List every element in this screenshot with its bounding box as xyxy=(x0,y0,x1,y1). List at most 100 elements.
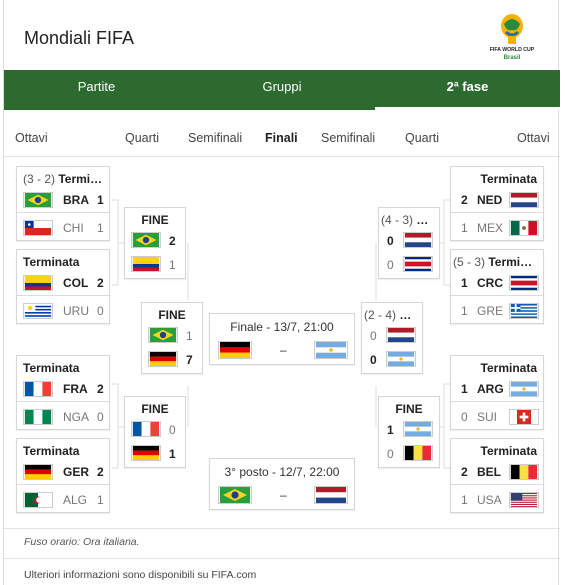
divider xyxy=(4,558,560,559)
status-label: Terminata xyxy=(488,255,537,269)
penalty-score: (5 - 3) xyxy=(453,255,489,269)
team-score: 0 xyxy=(169,423,176,437)
match-qf-l1[interactable]: FINE 2 1 xyxy=(124,207,186,279)
netherlands-flag-icon xyxy=(386,327,416,343)
team-code: BRA xyxy=(63,193,89,207)
match-final[interactable]: Finale - 13/7, 21:00 – xyxy=(209,313,355,365)
match-sf-l[interactable]: FINE 1 7 xyxy=(141,302,203,374)
penalty-score: (4 - 3) xyxy=(381,213,417,227)
match-status: FINE xyxy=(395,402,423,416)
team-score: 1 xyxy=(461,382,468,396)
argentina-flag-icon xyxy=(509,381,539,397)
row-divider xyxy=(17,212,109,213)
team-score: 1 xyxy=(97,493,104,507)
match-status: FINE xyxy=(158,308,186,322)
germany-flag-icon xyxy=(23,464,53,480)
costa-rica-flag-icon xyxy=(509,275,539,291)
team-code: USA xyxy=(477,493,502,507)
match-third[interactable]: 3° posto - 12/7, 22:00 – xyxy=(209,458,355,510)
team-score: 0 xyxy=(387,234,394,248)
team-score: 1 xyxy=(461,276,468,290)
team-code: NGA xyxy=(63,410,90,424)
brazil-flag-icon xyxy=(23,192,53,208)
round-semifinali-left[interactable]: Semifinali xyxy=(188,131,242,145)
match-r16-l2[interactable]: Terminata COL 2 URU 0 xyxy=(16,249,110,324)
team-code: BEL xyxy=(477,465,501,479)
card-header: Mondiali FIFA FIFA WORLD CUP Brasil xyxy=(4,0,560,70)
team-score: 0 xyxy=(387,447,394,461)
team-score: 0 xyxy=(461,410,468,424)
card-title: Mondiali FIFA xyxy=(24,28,135,48)
team-score: 2 xyxy=(97,382,104,396)
tab-seconda-fase[interactable]: 2ª fase xyxy=(375,70,560,110)
row-divider xyxy=(451,212,543,213)
team-score: 0 xyxy=(97,304,104,318)
usa-flag-icon xyxy=(509,492,539,508)
round-semifinali-right[interactable]: Semifinali xyxy=(321,131,375,145)
france-flag-icon xyxy=(23,381,53,397)
match-status: Terminata xyxy=(480,444,537,458)
status-label: Terminata xyxy=(58,172,107,186)
mexico-flag-icon xyxy=(509,220,539,236)
round-quarti-right[interactable]: Quarti xyxy=(405,131,439,145)
round-ottavi-left[interactable]: Ottavi xyxy=(15,131,48,145)
team-score: 1 xyxy=(461,493,468,507)
match-status: Terminata xyxy=(480,361,537,375)
match-status: Terminata xyxy=(480,172,537,186)
team-score: 1 xyxy=(97,221,104,235)
match-status: Terminata xyxy=(23,255,80,269)
brazil-flag-icon xyxy=(131,232,161,248)
team-score: 7 xyxy=(186,353,193,367)
argentina-flag-icon xyxy=(314,341,348,359)
versus-separator: – xyxy=(280,343,287,357)
match-qf-r1[interactable]: (4 - 3) FINE 0 0 xyxy=(378,207,440,279)
match-status: FINE xyxy=(141,213,169,227)
row-divider xyxy=(17,401,109,402)
tab-partite[interactable]: Partite xyxy=(4,70,189,110)
colombia-flag-icon xyxy=(23,275,53,291)
algeria-flag-icon xyxy=(23,492,53,508)
team-score: 1 xyxy=(387,423,394,437)
team-score: 2 xyxy=(97,276,104,290)
match-status: Finale - 13/7, 21:00 xyxy=(230,320,334,334)
round-finali[interactable]: Finali xyxy=(265,131,298,145)
match-r16-r4[interactable]: Terminata BEL 2 USA 1 xyxy=(450,438,544,513)
team-code: FRA xyxy=(63,382,88,396)
team-code: GRE xyxy=(477,304,504,318)
svg-text:Brasil: Brasil xyxy=(504,55,521,61)
germany-flag-icon xyxy=(131,445,161,461)
match-sf-r[interactable]: (2 - 4) FINE 0 0 xyxy=(361,302,423,374)
team-score: 2 xyxy=(461,465,468,479)
argentina-flag-icon xyxy=(386,351,416,367)
tab-gruppi[interactable]: Gruppi xyxy=(189,70,375,110)
team-score: 1 xyxy=(169,447,176,461)
belgium-flag-icon xyxy=(403,445,433,461)
france-flag-icon xyxy=(131,421,161,437)
match-qf-l2[interactable]: FINE 0 1 xyxy=(124,396,186,468)
brazil-flag-icon xyxy=(148,327,178,343)
match-status: (5 - 3) Terminata xyxy=(453,255,537,269)
fifa-world-cup-logo: FIFA WORLD CUP Brasil xyxy=(490,14,535,61)
fifa-link[interactable]: Ulteriori informazioni sono disponibili … xyxy=(24,569,256,581)
chile-flag-icon xyxy=(23,220,53,236)
round-ottavi-right[interactable]: Ottavi xyxy=(517,131,550,145)
team-code: CHI xyxy=(63,221,84,235)
nigeria-flag-icon xyxy=(23,409,53,425)
belgium-flag-icon xyxy=(509,464,539,480)
penalty-score: (3 - 2) xyxy=(23,172,59,186)
match-r16-r3[interactable]: Terminata ARG 1 SUI 0 xyxy=(450,355,544,430)
brazil-flag-icon xyxy=(218,486,252,504)
match-r16-r1[interactable]: Terminata NED 2 MEX 1 xyxy=(450,166,544,241)
team-code: SUI xyxy=(477,410,498,424)
match-r16-l3[interactable]: Terminata FRA 2 NGA 0 xyxy=(16,355,110,430)
round-quarti-left[interactable]: Quarti xyxy=(125,131,159,145)
team-code: URU xyxy=(63,304,89,318)
match-qf-r2[interactable]: FINE 1 0 xyxy=(378,396,440,468)
match-r16-l4[interactable]: Terminata GER 2 ALG 1 xyxy=(16,438,110,513)
germany-flag-icon xyxy=(218,341,252,359)
row-divider xyxy=(451,401,543,402)
match-status: (4 - 3) FINE xyxy=(381,213,433,227)
match-r16-r2[interactable]: (5 - 3) Terminata CRC 1 GRE 1 xyxy=(450,249,544,324)
match-r16-l1[interactable]: (3 - 2) Terminata BRA 1 CHI 1 xyxy=(16,166,110,241)
team-code: MEX xyxy=(477,221,504,235)
